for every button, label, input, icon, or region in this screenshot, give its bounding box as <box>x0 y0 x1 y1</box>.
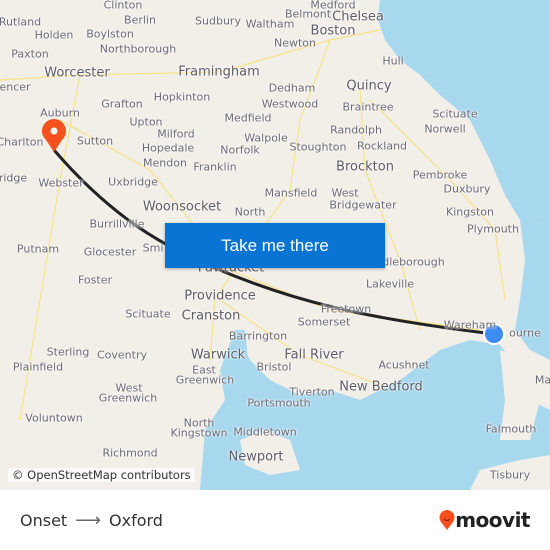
place-label: ddleborough <box>375 255 445 269</box>
place-label: Boston <box>310 23 356 39</box>
place-label: Richmond <box>102 446 158 460</box>
place-label: Freetown <box>320 302 372 316</box>
brand-name: moovit <box>455 508 530 532</box>
place-label: Framingham <box>178 64 260 80</box>
place-label: Westwood <box>261 97 319 111</box>
place-label: Somerset <box>297 315 351 329</box>
place-label: Plainfield <box>12 360 64 374</box>
place-label: Woonsocket <box>142 199 222 215</box>
place-label: Scituate <box>432 107 478 121</box>
destination-name: Oxford <box>109 510 163 530</box>
place-label: Medfield <box>224 111 272 125</box>
place-label: Scituate <box>125 307 171 321</box>
place-label: Mansfield <box>264 186 318 200</box>
place-label: Rutland <box>0 15 42 29</box>
place-label: Sudbury <box>195 14 241 28</box>
destination-pin-icon[interactable] <box>42 119 66 152</box>
place-label: Tisbury <box>489 468 531 482</box>
map[interactable]: Clinton Berlin Sudbury Waltham Medford Belmon… <box>0 0 550 490</box>
place-label: Greenwich <box>98 391 158 405</box>
place-label: Mendon <box>143 156 187 170</box>
place-label: Worcester <box>44 65 110 81</box>
place-label: Bridgewater <box>329 198 397 212</box>
place-label: Belmont <box>284 7 332 21</box>
place-label: Norwell <box>424 122 466 136</box>
place-label: Kingston <box>446 205 494 219</box>
place-label: Plymouth <box>467 222 519 236</box>
place-label: Clinton <box>103 0 143 12</box>
place-label: Bristol <box>256 360 292 374</box>
place-label: Falmouth <box>485 422 537 436</box>
map-attribution[interactable]: © OpenStreetMap contributors <box>8 468 195 482</box>
place-label: Cranston <box>181 308 241 324</box>
place-label: Chelsea <box>332 9 384 25</box>
place-label: Putnam <box>16 242 60 256</box>
place-label: Milford <box>157 127 195 141</box>
place-label: Providence <box>184 288 256 304</box>
place-label: Duxbury <box>443 182 491 196</box>
place-label: Middletown <box>233 425 297 439</box>
place-label: Webster <box>38 176 84 190</box>
place-label: Lakeville <box>365 277 415 291</box>
place-label: Rockland <box>356 139 408 153</box>
place-label: Newton <box>273 36 317 50</box>
place-label: Stoughton <box>289 140 347 154</box>
place-label: Wareham <box>443 318 497 332</box>
moovit-logo[interactable]: moovit <box>439 508 530 532</box>
place-label: New Bedford <box>339 379 423 395</box>
place-label: Franklin <box>193 160 237 174</box>
place-label: Sutton <box>76 134 114 148</box>
place-label: Warwick <box>190 347 246 363</box>
place-label: Holden <box>34 28 74 42</box>
place-label: Foster <box>78 273 112 287</box>
place-label: Pembroke <box>412 168 468 182</box>
place-label: Ma <box>534 373 550 387</box>
place-label: Randolph <box>330 123 382 137</box>
place-label: Sterling <box>46 345 90 359</box>
place-label: Charlton <box>0 135 44 149</box>
place-label: Hopkinton <box>153 90 211 104</box>
arrow-right-icon: ⟶ <box>75 509 101 531</box>
place-label: Brockton <box>336 159 394 175</box>
place-label: Boylston <box>86 27 134 41</box>
place-label: Uxbridge <box>108 175 158 189</box>
place-label: Auburn <box>40 106 80 120</box>
place-label: Norfolk <box>220 143 260 157</box>
place-label: Northborough <box>99 42 177 56</box>
place-label: Coventry <box>96 348 148 362</box>
place-label: Berlin <box>124 13 156 27</box>
place-label: Kingstown <box>170 426 228 440</box>
place-label: Braintree <box>342 100 394 114</box>
place-label: Hull <box>382 54 404 68</box>
place-label: Paxton <box>11 47 49 61</box>
place-label: Barrington <box>228 329 288 343</box>
place-label: ridge <box>0 171 28 185</box>
place-label: Quincy <box>346 78 392 94</box>
place-label: Grafton <box>101 97 143 111</box>
place-label: Smi <box>142 241 164 255</box>
place-label: Dedham <box>268 81 316 95</box>
place-label: Newport <box>228 449 284 465</box>
place-label: Glocester <box>83 245 137 259</box>
place-label: ourne <box>509 326 541 340</box>
place-label: Greenwich <box>175 373 235 387</box>
origin-name: Onset <box>20 510 68 530</box>
place-label: Hopedale <box>141 141 195 155</box>
route-summary: Onset ⟶ Oxford <box>20 510 163 531</box>
take-me-there-button[interactable]: Take me there <box>165 223 385 268</box>
place-label: Fall River <box>284 347 344 363</box>
moovit-pin-icon <box>439 510 455 530</box>
place-label: Voluntown <box>25 411 83 425</box>
place-label: Burrillville <box>89 217 145 231</box>
place-label: Acushnet <box>378 358 430 372</box>
footer: Onset ⟶ Oxford moovit <box>0 490 550 550</box>
place-label: Portsmouth <box>247 396 311 410</box>
place-label: North <box>234 205 266 219</box>
place-label: encer <box>0 80 31 94</box>
